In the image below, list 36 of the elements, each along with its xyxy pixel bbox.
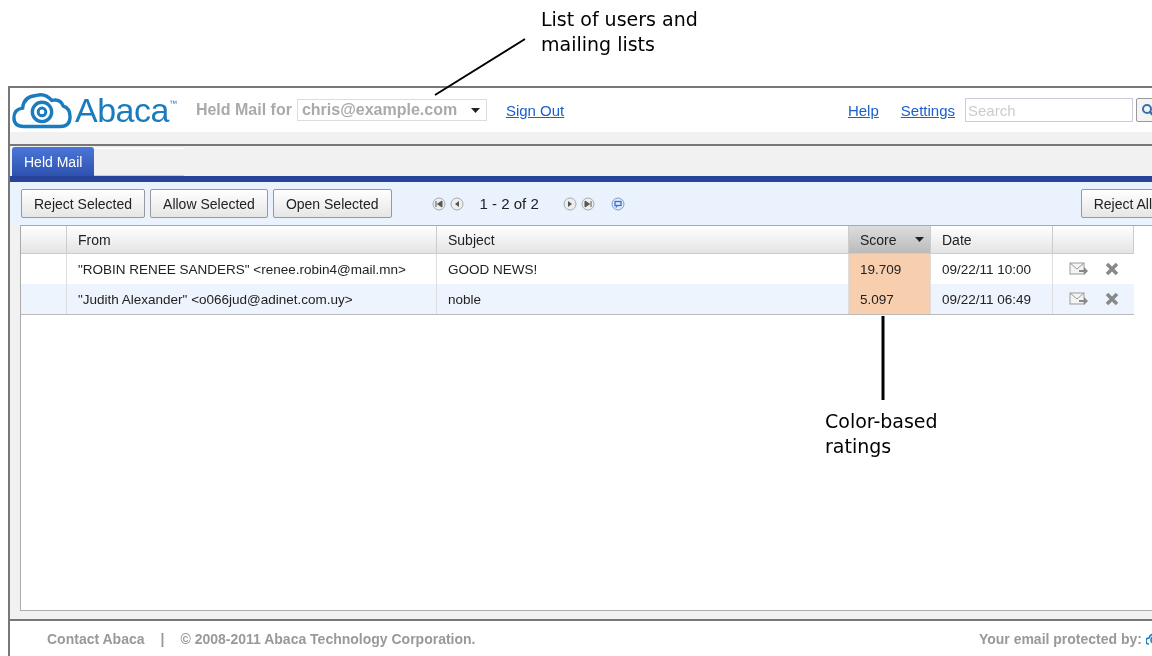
toolbar-button[interactable]: Open Selected [272,189,392,218]
sort-caret-icon [915,237,924,242]
cloud-logo-icon [12,90,72,130]
forward-mail-icon[interactable] [1069,291,1089,307]
copyright-text: © 2008-2011 Abaca Technology Corporation. [180,631,476,647]
delete-icon[interactable] [1105,262,1119,276]
score-cell: 19.709 [849,254,931,284]
delete-icon[interactable] [1105,292,1119,306]
header-link[interactable]: Help [847,101,879,119]
table-cell: 09/22/11 06:49 [931,284,1053,314]
search-icon [1141,103,1152,117]
sign-out-link[interactable]: Sign Out [505,101,565,119]
callout-text: Color-based ratings [825,409,938,459]
column-header[interactable]: Date [931,226,1053,253]
tab[interactable]: Held Mail [12,147,95,176]
page-count: 1 - 2 of 2 [479,195,539,212]
last-page-icon[interactable] [580,196,595,211]
next-page-icon[interactable] [562,196,577,211]
table-cell: "Judith Alexander" <o066jud@adinet.com.uy> [67,284,437,314]
brand-name: Abaca [75,90,169,130]
held-mail-label: Held Mail for [195,101,292,119]
toolbar-button[interactable]: Reject Selected [21,189,146,218]
first-page-icon[interactable] [431,196,446,211]
header-link[interactable]: Settings [900,101,955,119]
column-header[interactable]: Score [849,226,931,253]
toolbar-button[interactable]: Allow Selected [150,189,268,218]
trademark: ™ [168,99,177,108]
reject-all-button[interactable]: Reject All [1080,189,1152,218]
caret-icon [471,107,481,113]
previous-page-icon[interactable] [449,196,464,211]
score-cell: 5.097 [849,284,931,314]
forward-mail-icon[interactable] [1069,261,1089,277]
separator: | [160,631,165,647]
protected-by-text: Your email protected by: [978,631,1142,647]
column-header[interactable]: From [67,226,437,253]
callout-text: List of users and mailing lists [541,7,698,57]
